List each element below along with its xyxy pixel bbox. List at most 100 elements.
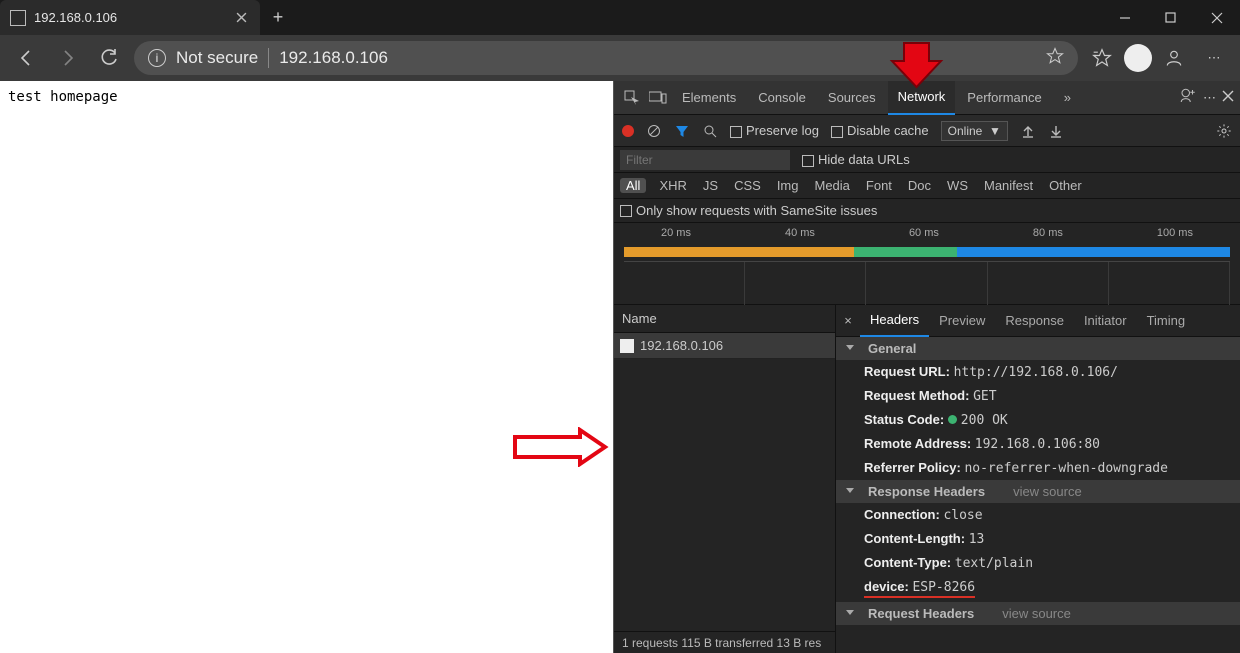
profile-avatar[interactable] — [1124, 44, 1152, 72]
throttling-value: Online — [948, 124, 983, 138]
search-icon[interactable] — [702, 123, 718, 139]
tab-elements[interactable]: Elements — [672, 81, 746, 115]
type-filter-ws[interactable]: WS — [944, 178, 971, 193]
request-detail-panel: × Headers Preview Response Initiator Tim… — [836, 305, 1240, 653]
type-filter-other[interactable]: Other — [1046, 178, 1085, 193]
view-source-link[interactable]: view source — [1002, 606, 1071, 621]
page-body-text: test homepage — [8, 89, 118, 105]
type-filter-doc[interactable]: Doc — [905, 178, 934, 193]
only-samesite-row[interactable]: Only show requests with SameSite issues — [614, 199, 1240, 223]
kv-row: Connection: close — [836, 503, 1240, 527]
tab-title: 192.168.0.106 — [34, 10, 228, 25]
preserve-log-label: Preserve log — [746, 123, 819, 138]
type-filter-js[interactable]: JS — [700, 178, 721, 193]
tab-sources[interactable]: Sources — [818, 81, 886, 115]
only-samesite-label: Only show requests with SameSite issues — [636, 203, 877, 218]
people-button[interactable] — [1156, 40, 1192, 76]
type-filter-manifest[interactable]: Manifest — [981, 178, 1036, 193]
hide-data-urls-checkbox[interactable]: Hide data URLs — [802, 152, 910, 167]
new-tab-button[interactable]: + — [260, 0, 296, 35]
detail-tab-headers[interactable]: Headers — [860, 305, 929, 337]
more-button[interactable]: ⋯ — [1196, 40, 1232, 76]
type-filter-css[interactable]: CSS — [731, 178, 764, 193]
detail-tab-timing[interactable]: Timing — [1137, 305, 1196, 337]
disable-cache-checkbox[interactable]: Disable cache — [831, 123, 929, 138]
devtools-more-icon[interactable]: ⋯ — [1203, 90, 1216, 106]
devtools-close-icon[interactable] — [1222, 90, 1234, 105]
window-close-button[interactable] — [1194, 0, 1240, 35]
feedback-icon[interactable] — [1179, 87, 1197, 108]
throttling-select[interactable]: Online ▼ — [941, 121, 1008, 141]
page-icon — [10, 10, 26, 26]
download-har-icon[interactable] — [1048, 123, 1064, 139]
detail-tabs: × Headers Preview Response Initiator Tim… — [836, 305, 1240, 337]
close-detail-icon[interactable]: × — [836, 313, 860, 328]
timeline-tick: 80 ms — [1033, 227, 1063, 241]
section-request-headers[interactable]: Request Headers view source — [836, 602, 1240, 625]
request-list-header[interactable]: Name — [614, 305, 835, 333]
minimize-button[interactable] — [1102, 0, 1148, 35]
request-list: Name 192.168.0.106 1 requests 115 B tran… — [614, 305, 836, 653]
kv-row: Remote Address: 192.168.0.106:80 — [836, 432, 1240, 456]
type-filter-img[interactable]: Img — [774, 178, 802, 193]
site-info-icon[interactable]: i — [148, 49, 166, 67]
page-content: test homepage — [0, 81, 614, 653]
timeline-tick: 20 ms — [661, 227, 691, 241]
upload-har-icon[interactable] — [1020, 123, 1036, 139]
favorite-star-icon[interactable] — [1046, 47, 1064, 70]
request-row[interactable]: 192.168.0.106 — [614, 333, 835, 359]
reload-button[interactable] — [92, 40, 128, 76]
network-filter-row: Hide data URLs — [614, 147, 1240, 173]
view-source-link[interactable]: view source — [1013, 484, 1082, 499]
timeline-tick: 40 ms — [785, 227, 815, 241]
network-timeline[interactable]: 20 ms 40 ms 60 ms 80 ms 100 ms — [614, 223, 1240, 305]
type-filter-all[interactable]: All — [620, 178, 646, 193]
network-status-bar: 1 requests 115 B transferred 13 B res — [614, 631, 835, 653]
only-samesite-checkbox[interactable] — [620, 205, 632, 217]
address-bar: i Not secure 192.168.0.106 ⋯ — [0, 35, 1240, 81]
maximize-button[interactable] — [1148, 0, 1194, 35]
browser-tab[interactable]: 192.168.0.106 — [0, 0, 260, 35]
more-tabs-button[interactable]: » — [1054, 81, 1081, 115]
preserve-log-checkbox[interactable]: Preserve log — [730, 123, 819, 138]
type-filter-font[interactable]: Font — [863, 178, 895, 193]
section-response-headers[interactable]: Response Headers view source — [836, 480, 1240, 503]
back-button[interactable] — [8, 40, 44, 76]
forward-button[interactable] — [50, 40, 86, 76]
detail-tab-initiator[interactable]: Initiator — [1074, 305, 1137, 337]
settings-icon[interactable] — [1216, 123, 1232, 139]
record-button[interactable] — [622, 125, 634, 137]
close-tab-icon[interactable] — [236, 11, 250, 25]
url-text: 192.168.0.106 — [279, 48, 388, 68]
clear-button[interactable] — [646, 123, 662, 139]
inspect-element-icon[interactable] — [620, 90, 644, 106]
network-body: Name 192.168.0.106 1 requests 115 B tran… — [614, 305, 1240, 653]
tab-performance[interactable]: Performance — [957, 81, 1051, 115]
detail-tab-response[interactable]: Response — [995, 305, 1074, 337]
timeline-tick: 60 ms — [909, 227, 939, 241]
timeline-tick: 100 ms — [1157, 227, 1193, 241]
disable-cache-label: Disable cache — [847, 123, 929, 138]
devtools-panel: Elements Console Sources Network Perform… — [614, 81, 1240, 653]
annotation-arrow-right — [510, 427, 610, 467]
filter-input[interactable] — [620, 150, 790, 170]
toolbar-right: ⋯ — [1084, 40, 1232, 76]
not-secure-label: Not secure — [176, 48, 258, 68]
network-type-filters: All XHR JS CSS Img Media Font Doc WS Man… — [614, 173, 1240, 199]
device-toggle-icon[interactable] — [646, 91, 670, 105]
type-filter-media[interactable]: Media — [811, 178, 852, 193]
kv-row: Content-Length: 13 — [836, 527, 1240, 551]
section-general[interactable]: General — [836, 337, 1240, 360]
detail-scroll[interactable]: General Request URL: http://192.168.0.10… — [836, 337, 1240, 653]
section-response-headers-title: Response Headers — [868, 484, 985, 499]
detail-tab-preview[interactable]: Preview — [929, 305, 995, 337]
separator — [268, 48, 269, 68]
kv-row: Content-Type: text/plain — [836, 551, 1240, 575]
request-name: 192.168.0.106 — [640, 338, 723, 353]
hide-data-urls-label: Hide data URLs — [818, 152, 910, 167]
filter-icon[interactable] — [674, 123, 690, 139]
tab-console[interactable]: Console — [748, 81, 816, 115]
type-filter-xhr[interactable]: XHR — [656, 178, 689, 193]
status-dot-icon — [948, 415, 957, 424]
favorites-button[interactable] — [1084, 40, 1120, 76]
